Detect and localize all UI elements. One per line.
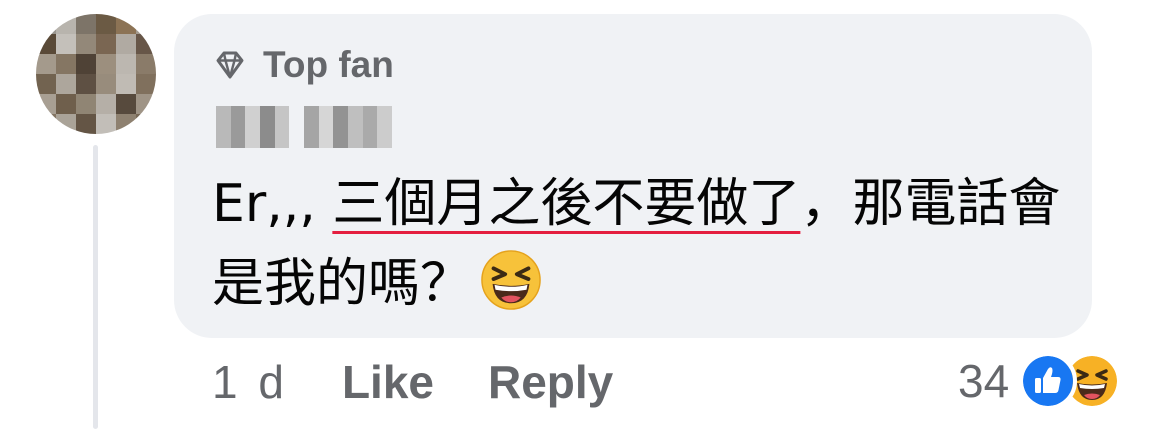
avatar-pixel [136, 114, 156, 134]
name-blur-pixel [260, 106, 275, 148]
avatar-pixel [96, 14, 116, 34]
avatar-pixel [136, 74, 156, 94]
avatar-pixel [76, 14, 96, 34]
avatar-pixel [76, 94, 96, 114]
avatar-pixel [116, 94, 136, 114]
name-blur-pixel [216, 106, 231, 148]
top-fan-badge: Top fan [212, 44, 394, 86]
avatar-pixel [136, 54, 156, 74]
avatar-pixel [76, 114, 96, 134]
name-blur-pixel [230, 106, 246, 148]
comment-actions: 1 d Like Reply [212, 355, 667, 409]
avatar-pixel [76, 34, 96, 54]
comment-text-prefix: Er,,, [212, 174, 333, 234]
comment-text-underlined: 三個月之後不要做了 [332, 174, 801, 234]
avatar-pixel [136, 14, 156, 34]
comment-bubble: Top fan Er,,, 三個月之後不要做了，那電話會是我的嗎？ [174, 14, 1092, 338]
avatar-pixel [56, 34, 76, 54]
avatar-pixel [56, 54, 76, 74]
avatar-pixel [96, 34, 116, 54]
badge-label: Top fan [263, 44, 394, 85]
comment-text: Er,,, 三個月之後不要做了，那電話會是我的嗎？ [212, 164, 1072, 324]
avatar-pixel [136, 94, 156, 114]
avatar-pixel [56, 94, 76, 114]
avatar-pixel [56, 14, 76, 34]
avatar-pixel [136, 34, 156, 54]
avatar[interactable] [36, 14, 156, 134]
name-blur-pixel [348, 106, 363, 148]
avatar-pixel [76, 74, 96, 94]
like-button[interactable]: Like [342, 355, 434, 409]
avatar-pixel [36, 54, 56, 74]
avatar-pixel [36, 34, 56, 54]
reaction-count: 34 [958, 355, 1010, 407]
name-blur-pixel [333, 106, 349, 148]
avatar-pixel [36, 114, 56, 134]
grinning-squinting-face-icon [481, 250, 541, 310]
thread-line [93, 145, 98, 429]
avatar-pixel [96, 54, 116, 74]
name-blur-pixel [289, 106, 305, 148]
avatar-pixel [96, 74, 116, 94]
avatar-pixel [116, 54, 136, 74]
name-blur-pixel [377, 106, 393, 148]
reactions-summary[interactable]: 34 [958, 352, 1122, 410]
avatar-pixel [116, 14, 136, 34]
avatar-pixel [96, 114, 116, 134]
avatar-pixel [116, 114, 136, 134]
avatar-pixel [76, 54, 96, 74]
author-name-blurred[interactable] [216, 106, 393, 148]
avatar-pixel [36, 94, 56, 114]
diamond-icon [216, 51, 244, 79]
name-blur-pixel [318, 106, 334, 148]
name-blur-pixel [245, 106, 261, 148]
avatar-pixel [96, 94, 116, 114]
name-blur-pixel [274, 106, 290, 148]
comment-timestamp[interactable]: 1 d [212, 355, 288, 409]
name-blur-pixel [304, 106, 319, 148]
avatar-pixel [116, 74, 136, 94]
avatar-pixel [56, 74, 76, 94]
like-reaction-icon [1019, 352, 1078, 410]
name-blur-pixel [362, 106, 378, 148]
avatar-pixel [116, 34, 136, 54]
reply-button[interactable]: Reply [488, 355, 613, 409]
avatar-pixel [36, 14, 56, 34]
avatar-pixel [36, 74, 56, 94]
avatar-pixel [56, 114, 76, 134]
